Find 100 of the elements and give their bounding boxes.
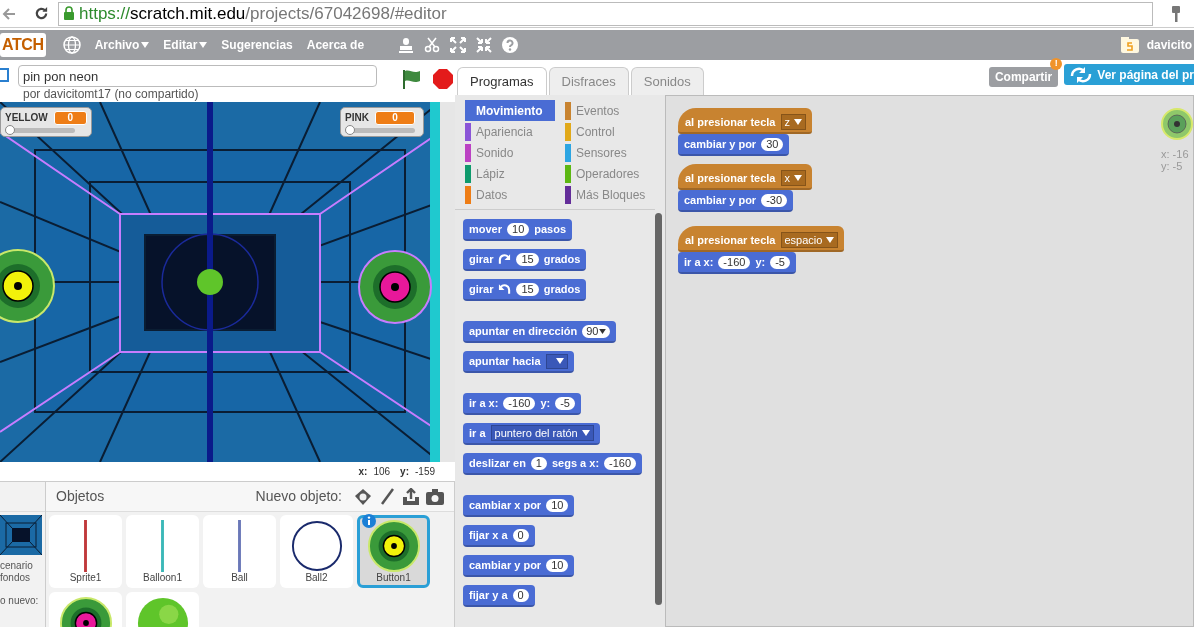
scissors-icon[interactable] xyxy=(424,37,441,53)
number-input[interactable]: 10 xyxy=(507,222,530,236)
sprite-tile[interactable]: Balloon1 xyxy=(126,515,199,588)
code-block[interactable]: cambiar y por -30 xyxy=(678,190,794,212)
upload-icon[interactable] xyxy=(402,487,420,506)
code-block[interactable]: apuntar en dirección 90 xyxy=(463,321,617,343)
dropdown-input[interactable] xyxy=(545,353,568,369)
monitor-label: YELLOW xyxy=(5,111,48,125)
sprite-tile[interactable]: Button1 xyxy=(357,515,430,588)
number-input[interactable]: -160 xyxy=(503,396,536,410)
number-input[interactable]: 10 xyxy=(546,498,569,512)
paintbrush-icon[interactable] xyxy=(378,487,396,506)
caret-icon xyxy=(794,119,802,125)
sprite-thumbnail xyxy=(367,520,420,572)
address-bar[interactable]: https://scratch.mit.edu/projects/67042698/#editor xyxy=(58,1,1153,26)
logo-text[interactable]: ATCH xyxy=(0,33,46,57)
slider-track[interactable] xyxy=(5,128,75,133)
block-label: apuntar en dirección xyxy=(469,323,578,339)
coordinate-label: x: xyxy=(358,465,368,479)
folder-icon[interactable] xyxy=(1120,37,1139,53)
block-label: cambiar x por xyxy=(469,497,542,513)
caret-icon xyxy=(141,42,150,48)
sprite-library-icon[interactable] xyxy=(354,487,372,506)
code-block[interactable]: mover 10 pasos xyxy=(463,219,573,241)
sprite-thumbnail xyxy=(1161,108,1193,140)
number-input[interactable]: -5 xyxy=(555,396,575,410)
block-label: y: xyxy=(755,254,766,270)
sprite-thumbnail xyxy=(238,520,241,572)
dropdown-input[interactable]: 90 xyxy=(582,324,611,338)
shrink-icon[interactable] xyxy=(476,37,493,53)
number-input[interactable]: 10 xyxy=(546,558,569,572)
pane-title: Objetos xyxy=(56,487,105,506)
event-block[interactable]: al presionar tecla espacio xyxy=(678,226,845,252)
code-block[interactable]: ir a puntero del ratón xyxy=(463,423,600,445)
code-block[interactable]: fijar y a 0 xyxy=(463,585,535,607)
back-icon[interactable] xyxy=(2,6,16,21)
code-block[interactable]: cambiar y por 30 xyxy=(678,134,790,156)
number-input[interactable]: -30 xyxy=(761,193,788,207)
expand-icon[interactable] xyxy=(450,37,467,53)
slider-thumb[interactable] xyxy=(5,125,15,135)
monitor-value: 0 xyxy=(374,110,415,125)
code-block[interactable]: cambiar x por 10 xyxy=(463,495,575,517)
sprite-name: Sprite1 xyxy=(69,572,102,584)
dropdown-input[interactable]: z xyxy=(780,114,806,130)
event-block[interactable]: al presionar tecla z xyxy=(678,108,812,134)
code-block[interactable]: ir a x: -160 y: -5 xyxy=(678,252,796,274)
stop-icon[interactable] xyxy=(432,68,454,90)
block-label: apuntar hacia xyxy=(469,353,541,369)
code-block[interactable]: fijar x a 0 xyxy=(463,525,535,547)
block-label: fijar x a xyxy=(469,527,508,543)
number-input[interactable]: -160 xyxy=(718,255,751,269)
dropdown-input[interactable]: puntero del ratón xyxy=(490,425,594,441)
number-input[interactable]: 0 xyxy=(512,528,529,542)
code-block[interactable]: ir a x: -160 y: -5 xyxy=(463,393,581,415)
stage-thumbnail[interactable] xyxy=(0,515,42,555)
code-block[interactable]: girar 15 grados xyxy=(463,249,587,271)
coordinate-value: 106 xyxy=(373,465,391,479)
number-input[interactable]: 15 xyxy=(516,252,539,266)
scrollbar[interactable] xyxy=(655,213,662,605)
code-block[interactable]: deslizar en 1 segs a x: -160 xyxy=(463,453,643,475)
block-label: al presionar tecla xyxy=(685,232,776,248)
new-sprite-label: Nuevo objeto: xyxy=(255,487,342,506)
slider-track[interactable] xyxy=(345,128,415,133)
sprite-tile[interactable]: Ball xyxy=(203,515,276,588)
number-input[interactable]: -5 xyxy=(770,255,790,269)
coordinate-value: -159 xyxy=(415,465,435,479)
info-icon[interactable] xyxy=(362,514,376,528)
help-icon[interactable] xyxy=(502,37,519,53)
code-block[interactable]: cambiar y por 10 xyxy=(463,555,575,577)
sprite-tile[interactable]: Ball2 xyxy=(280,515,353,588)
stage-label: fondos xyxy=(0,572,32,584)
globe-icon[interactable] xyxy=(62,36,81,54)
number-input[interactable]: 0 xyxy=(512,588,529,602)
flag-icon[interactable] xyxy=(400,68,422,90)
stamp-icon[interactable] xyxy=(398,37,415,53)
block-label: grados xyxy=(543,281,581,297)
author-text: por davicitomt17 (no compartido) xyxy=(23,87,200,101)
dropdown-input[interactable]: espacio xyxy=(780,232,839,248)
sync-icon xyxy=(1070,66,1093,83)
number-input[interactable]: 1 xyxy=(530,456,547,470)
coordinate-label: y: xyxy=(400,465,409,479)
event-block[interactable]: al presionar tecla x xyxy=(678,164,812,190)
category-item[interactable]: Movimiento xyxy=(465,100,555,121)
project-title-field[interactable]: pin pon neon xyxy=(18,65,377,87)
sprite-tile[interactable]: Sprite1 xyxy=(49,515,122,588)
camera-icon[interactable] xyxy=(426,487,444,506)
number-input[interactable]: 15 xyxy=(516,282,539,296)
tab[interactable]: Programas xyxy=(457,67,547,95)
caret-icon xyxy=(581,430,590,436)
code-block[interactable]: apuntar hacia xyxy=(463,351,574,373)
reload-icon[interactable] xyxy=(34,6,49,21)
number-input[interactable]: 30 xyxy=(761,137,784,151)
lock-icon xyxy=(63,6,75,21)
stage-size-icon[interactable] xyxy=(0,67,10,83)
block-label: al presionar tecla xyxy=(685,170,776,186)
code-block[interactable]: girar 15 grados xyxy=(463,279,587,301)
dropdown-input[interactable]: x xyxy=(780,170,806,186)
number-input[interactable]: -160 xyxy=(604,456,637,470)
slider-thumb[interactable] xyxy=(345,125,355,135)
key-icon[interactable] xyxy=(1171,4,1181,23)
